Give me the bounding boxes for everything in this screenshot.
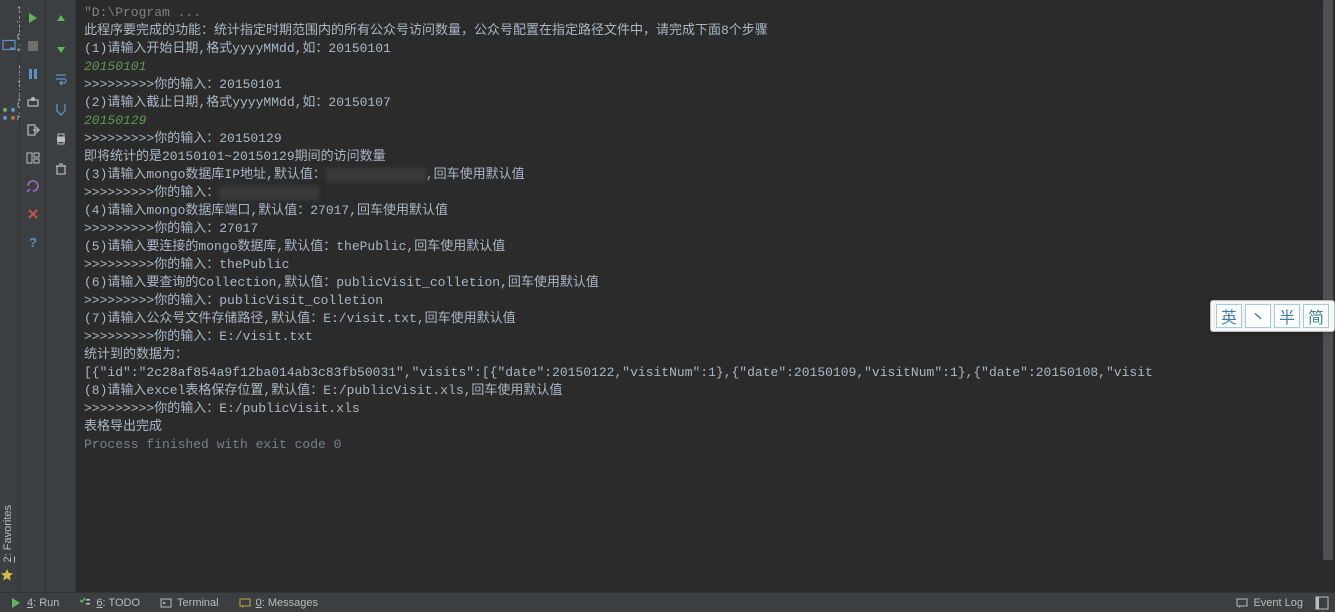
console-line: (7)请输入公众号文件存储路径,默认值：E:/visit.txt,回车使用默认值 <box>84 310 1327 328</box>
console-line: (5)请输入要连接的mongo数据库,默认值：thePublic,回车使用默认值 <box>84 238 1327 256</box>
console-line: 即将统计的是20150101~20150129期间的访问数量 <box>84 148 1327 166</box>
structure-icon <box>2 107 16 121</box>
svg-text:?: ? <box>29 235 37 249</box>
left-toolwindow-bar: 1: Project 7: Structure 2: Favorites <box>0 0 20 592</box>
console-line: Process finished with exit code 0 <box>84 436 1327 454</box>
favorites-star-icon <box>0 568 19 592</box>
structure-tab[interactable]: 7: Structure <box>0 58 19 127</box>
console-line: >>>>>>>>>你的输入：27017 <box>84 220 1327 238</box>
console-line: 统计到的数据为： <box>84 346 1327 364</box>
console-line: >>>>>>>>>你的输入：publicVisit_colletion <box>84 292 1327 310</box>
project-icon <box>2 38 16 52</box>
dump-button[interactable] <box>22 91 44 113</box>
project-tab[interactable]: 1: Project <box>0 0 19 58</box>
console-line: 20150129 <box>84 112 1327 130</box>
ime-punct-button[interactable]: 丶 <box>1245 304 1271 328</box>
console-line: (1)请输入开始日期,格式yyyyMMdd,如：20150101 <box>84 40 1327 58</box>
console-line: >>>>>>>>>你的输入：20150129 <box>84 130 1327 148</box>
console-line: "D:\Program ... <box>84 4 1327 22</box>
ime-floating-bar[interactable]: 英 丶 半 简 <box>1210 300 1335 332</box>
help-button[interactable]: ? <box>22 231 44 253</box>
pin-button[interactable] <box>22 175 44 197</box>
up-button[interactable] <box>49 7 73 31</box>
close-button[interactable] <box>22 203 44 225</box>
console-output[interactable]: "D:\Program ... 此程序要完成的功能：统计指定时期范围内的所有公众… <box>76 0 1335 592</box>
terminal-icon <box>160 597 172 609</box>
layout-button[interactable] <box>22 147 44 169</box>
tool-windows-toggle[interactable] <box>1313 594 1331 612</box>
console-toolbar <box>46 0 76 592</box>
favorites-tab[interactable]: 2: Favorites <box>0 499 19 568</box>
soft-wrap-button[interactable] <box>49 67 73 91</box>
scroll-end-button[interactable] <box>49 97 73 121</box>
rerun-button[interactable] <box>22 7 44 29</box>
console-line: >>>>>>>>>你的输入：E:/visit.txt <box>84 328 1327 346</box>
bottom-toolwindow-bar: 4: Run 6: TODO Terminal 0: Messages Even… <box>0 592 1335 612</box>
console-line: >>>>>>>>>你的输入：thePublic <box>84 256 1327 274</box>
eventlog-icon <box>1236 597 1248 609</box>
scrollbar-thumb[interactable] <box>1323 0 1333 560</box>
messages-icon <box>239 597 251 609</box>
console-line: [{"id":"2c28af854a9f12ba014ab3c83fb50031… <box>84 364 1327 382</box>
print-button[interactable] <box>49 127 73 151</box>
vertical-scrollbar[interactable] <box>1323 0 1333 592</box>
console-line: >>>>>>>>>你的输入：20150101 <box>84 76 1327 94</box>
clear-button[interactable] <box>49 157 73 181</box>
run-tool-tab[interactable]: 4: Run <box>0 593 69 612</box>
exit-button[interactable] <box>22 119 44 141</box>
terminal-tool-tab[interactable]: Terminal <box>150 593 229 612</box>
stop-button[interactable] <box>22 35 44 57</box>
ime-lang-button[interactable]: 英 <box>1216 304 1242 328</box>
todo-tool-tab[interactable]: 6: TODO <box>69 593 150 612</box>
ime-width-button[interactable]: 半 <box>1274 304 1300 328</box>
console-line: 表格导出完成 <box>84 418 1327 436</box>
console-line: (2)请输入截止日期,格式yyyyMMdd,如：20150107 <box>84 94 1327 112</box>
down-button[interactable] <box>49 37 73 61</box>
console-line: >>>>>>>>>你的输入：E:/publicVisit.xls <box>84 400 1327 418</box>
console-line: (4)请输入mongo数据库端口,默认值：27017,回车使用默认值 <box>84 202 1327 220</box>
checklist-icon <box>79 597 91 609</box>
console-line: >>>>>>>>>你的输入： <box>84 184 1327 202</box>
event-log-tab[interactable]: Event Log <box>1226 593 1313 612</box>
console-line: 此程序要完成的功能：统计指定时期范围内的所有公众号访问数量，公众号配置在指定路径… <box>84 22 1327 40</box>
pause-button[interactable] <box>22 63 44 85</box>
console-line: (6)请输入要查询的Collection,默认值：publicVisit_col… <box>84 274 1327 292</box>
console-line: (8)请输入excel表格保存位置,默认值：E:/publicVisit.xls… <box>84 382 1327 400</box>
console-line: (3)请输入mongo数据库IP地址,默认值：,回车使用默认值 <box>84 166 1327 184</box>
ime-simp-button[interactable]: 简 <box>1303 304 1329 328</box>
play-icon <box>10 597 22 609</box>
console-line: 20150101 <box>84 58 1327 76</box>
messages-tool-tab[interactable]: 0: Messages <box>229 593 328 612</box>
run-toolbar: ? <box>20 0 46 592</box>
